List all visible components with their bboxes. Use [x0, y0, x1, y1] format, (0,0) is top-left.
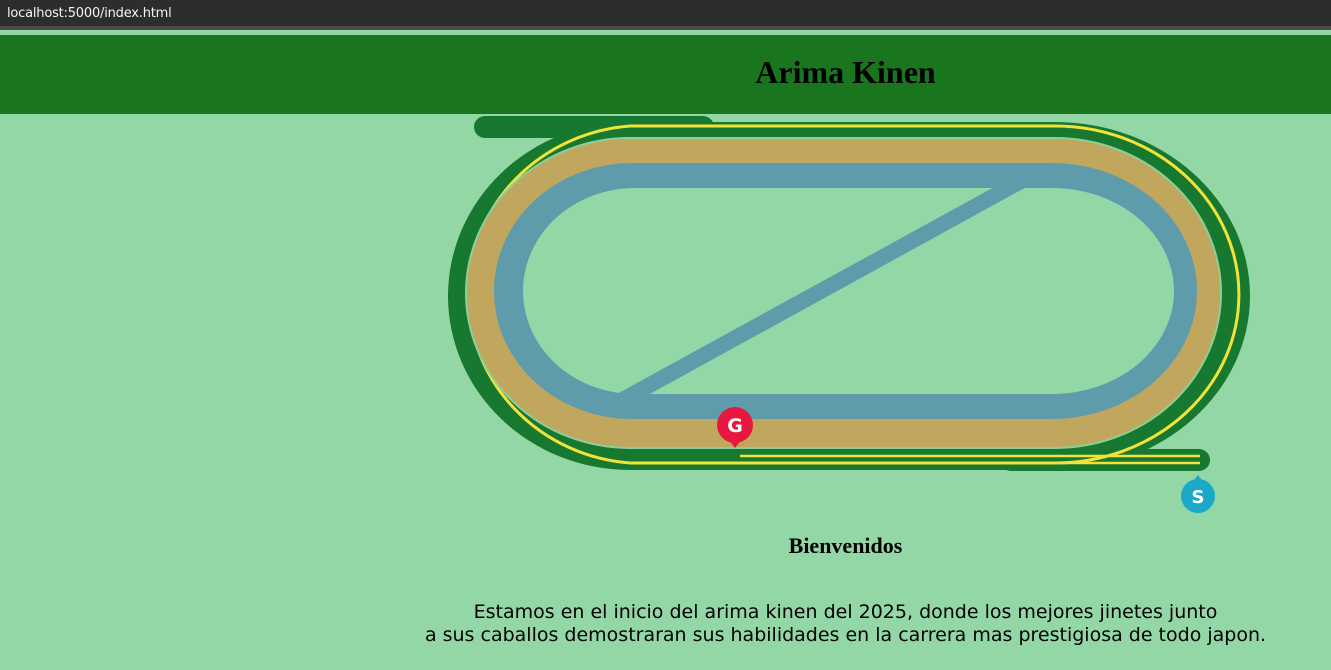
racetrack-map: G S [448, 116, 1250, 513]
intro-line-2: a sus caballos demostraran sus habilidad… [424, 624, 1267, 646]
page-header: Arima Kinen [0, 35, 1331, 114]
welcome-heading: Bienvenidos [788, 533, 903, 558]
browser-url[interactable]: localhost:5000/index.html [7, 6, 172, 21]
intro-line-1: Estamos en el inicio del arima kinen del… [473, 601, 1218, 623]
start-marker-icon[interactable]: S [1181, 475, 1215, 513]
infield [523, 188, 1174, 394]
intro-paragraph: Estamos en el inicio del arima kinen del… [0, 601, 1331, 647]
goal-marker-label: G [727, 415, 743, 437]
start-marker-label: S [1192, 487, 1205, 508]
browser-address-bar[interactable]: localhost:5000/index.html [0, 0, 1331, 30]
page-title: Arima Kinen [755, 54, 936, 90]
